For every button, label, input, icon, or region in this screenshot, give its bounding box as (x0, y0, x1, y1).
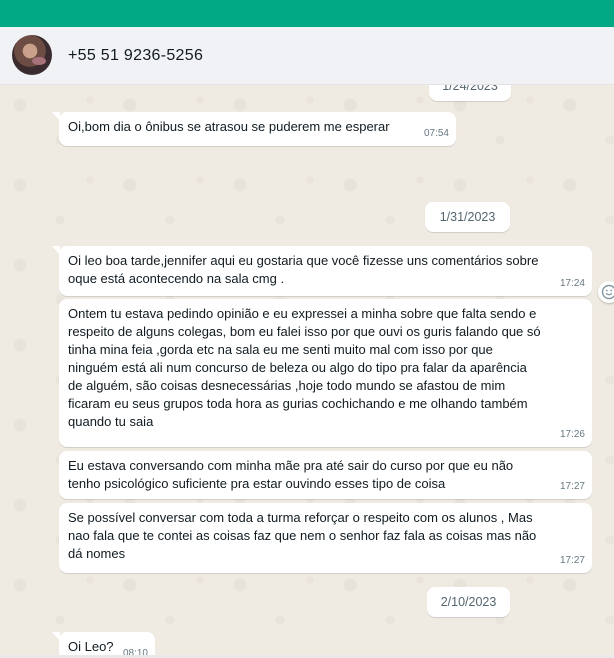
date-separator: 2/10/2023 (427, 587, 510, 617)
message-time: 17:26 (559, 429, 585, 440)
message-bubble[interactable]: Ontem tu estava pedindo opinião e eu exp… (59, 299, 592, 447)
date-separator: 1/24/2023 (429, 85, 511, 101)
message-bubble[interactable]: Eu estava conversando com minha mãe pra … (59, 451, 592, 499)
message-text: Oi leo boa tarde,jennifer aqui eu gostar… (68, 253, 539, 286)
message-time: 17:27 (559, 481, 585, 492)
message-text: Se possível conversar com toda a turma r… (68, 510, 537, 561)
message-text: Oi Leo? (68, 639, 114, 654)
contact-name[interactable]: +55 51 9236-5256 (68, 47, 203, 65)
message-bubble[interactable]: Se possível conversar com toda a turma r… (59, 503, 592, 573)
message-time: 17:27 (559, 555, 585, 566)
message-time: 17:24 (559, 278, 585, 289)
emoji-reaction-button[interactable] (598, 281, 614, 303)
message-text: Oi,bom dia o ônibus se atrasou se pudere… (68, 119, 390, 134)
chat-header[interactable]: +55 51 9236-5256 (0, 27, 614, 85)
message-list[interactable]: 1/24/2023 Oi,bom dia o ônibus se atrasou… (0, 85, 614, 658)
date-separator: 1/31/2023 (425, 202, 510, 232)
message-text: Ontem tu estava pedindo opinião e eu exp… (68, 306, 541, 429)
avatar[interactable] (12, 35, 52, 75)
message-text: Eu estava conversando com minha mãe pra … (68, 458, 514, 491)
message-bubble[interactable]: Oi leo boa tarde,jennifer aqui eu gostar… (52, 246, 592, 296)
smiley-icon (601, 284, 614, 300)
message-bubble[interactable]: Oi,bom dia o ônibus se atrasou se pudere… (52, 112, 456, 146)
message-time: 07:54 (423, 128, 449, 139)
top-accent-bar (0, 0, 614, 27)
